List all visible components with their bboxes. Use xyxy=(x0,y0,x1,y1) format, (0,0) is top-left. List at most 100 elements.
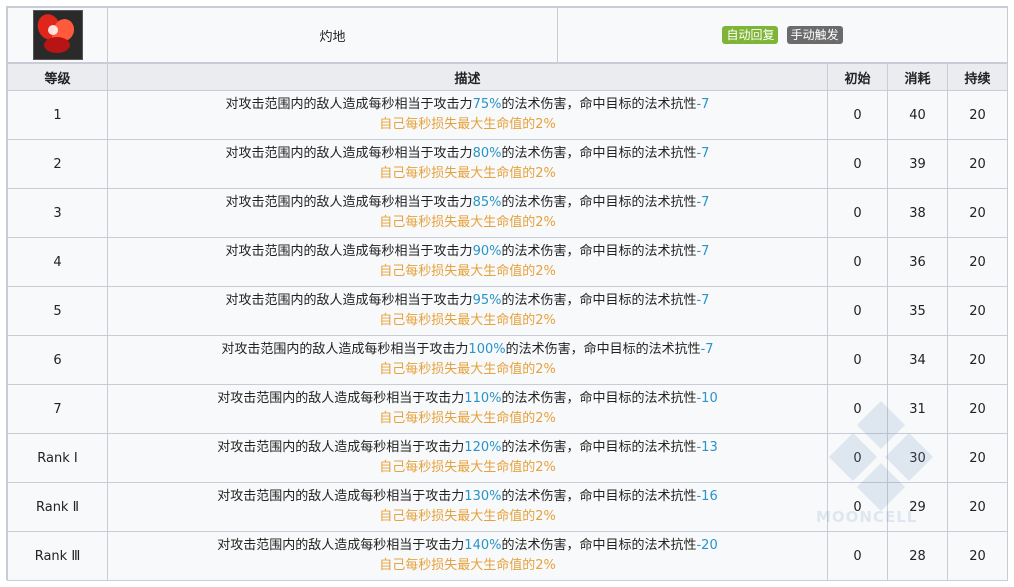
description-line-2: 自己每秒损失最大生命值的2% xyxy=(379,215,556,230)
level-cell: Rank Ⅲ xyxy=(7,531,108,581)
duration-cell: 20 xyxy=(947,482,1008,532)
resistance-value: -7 xyxy=(696,97,710,112)
level-cell: Rank Ⅱ xyxy=(7,482,108,532)
resistance-value: -16 xyxy=(696,489,718,504)
description-text: 的法术伤害，命中目标的法术抗性 xyxy=(501,97,697,112)
description-line-1: 对攻击范围内的敌人造成每秒相当于攻击力140%的法术伤害，命中目标的法术抗性-2… xyxy=(108,536,827,556)
description-text: 的法术伤害，命中目标的法术抗性 xyxy=(501,489,697,504)
header-cost: 消耗 xyxy=(887,63,948,91)
level-cell: 2 xyxy=(7,139,108,189)
description-line-2: 自己每秒损失最大生命值的2% xyxy=(379,411,556,426)
skill-table: 灼地 自动回复 手动触发 xyxy=(7,7,1009,63)
description-text: 对攻击范围内的敌人造成每秒相当于攻击力 xyxy=(225,195,473,210)
table-row: 1 对攻击范围内的敌人造成每秒相当于攻击力75%的法术伤害，命中目标的法术抗性-7… xyxy=(7,90,1008,140)
fire-skill-icon xyxy=(32,10,83,60)
description-line-1: 对攻击范围内的敌人造成每秒相当于攻击力75%的法术伤害，命中目标的法术抗性-7 xyxy=(108,95,827,115)
description-line-1: 对攻击范围内的敌人造成每秒相当于攻击力120%的法术伤害，命中目标的法术抗性-1… xyxy=(108,438,827,458)
description-cell: 对攻击范围内的敌人造成每秒相当于攻击力80%的法术伤害，命中目标的法术抗性-7 自… xyxy=(107,139,828,189)
cost-cell: 40 xyxy=(887,90,948,140)
resistance-value: -13 xyxy=(696,440,718,455)
level-cell: 1 xyxy=(7,90,108,140)
tag-manual-trigger: 手动触发 xyxy=(786,26,843,44)
header-initial: 初始 xyxy=(827,63,888,91)
damage-percent: 100% xyxy=(468,342,506,357)
duration-cell: 20 xyxy=(947,531,1008,581)
description-cell: 对攻击范围内的敌人造成每秒相当于攻击力85%的法术伤害，命中目标的法术抗性-7 自… xyxy=(107,188,828,238)
skill-icon-cell xyxy=(7,7,108,63)
damage-percent: 75% xyxy=(472,97,502,112)
damage-percent: 85% xyxy=(472,195,502,210)
level-cell: 5 xyxy=(7,286,108,336)
tag-auto-recovery: 自动回复 xyxy=(722,26,779,44)
duration-cell: 20 xyxy=(947,90,1008,140)
initial-cell: 0 xyxy=(827,482,888,532)
description-cell: 对攻击范围内的敌人造成每秒相当于攻击力75%的法术伤害，命中目标的法术抗性-7 自… xyxy=(107,90,828,140)
description-line-1: 对攻击范围内的敌人造成每秒相当于攻击力95%的法术伤害，命中目标的法术抗性-7 xyxy=(108,291,827,311)
duration-cell: 20 xyxy=(947,384,1008,434)
resistance-value: -20 xyxy=(696,538,718,553)
description-cell: 对攻击范围内的敌人造成每秒相当于攻击力100%的法术伤害，命中目标的法术抗性-7… xyxy=(107,335,828,385)
cost-cell: 31 xyxy=(887,384,948,434)
description-line-2: 自己每秒损失最大生命值的2% xyxy=(379,460,556,475)
resistance-value: -7 xyxy=(696,293,710,308)
description-line-2: 自己每秒损失最大生命值的2% xyxy=(379,313,556,328)
description-text: 对攻击范围内的敌人造成每秒相当于攻击力 xyxy=(225,97,473,112)
initial-cell: 0 xyxy=(827,384,888,434)
description-cell: 对攻击范围内的敌人造成每秒相当于攻击力130%的法术伤害，命中目标的法术抗性-1… xyxy=(107,482,828,532)
description-line-1: 对攻击范围内的敌人造成每秒相当于攻击力85%的法术伤害，命中目标的法术抗性-7 xyxy=(108,193,827,213)
description-text: 对攻击范围内的敌人造成每秒相当于攻击力 xyxy=(217,538,465,553)
description-cell: 对攻击范围内的敌人造成每秒相当于攻击力110%的法术伤害，命中目标的法术抗性-1… xyxy=(107,384,828,434)
skill-name: 灼地 xyxy=(107,7,558,63)
header-duration: 持续 xyxy=(947,63,1008,91)
description-cell: 对攻击范围内的敌人造成每秒相当于攻击力90%的法术伤害，命中目标的法术抗性-7 自… xyxy=(107,237,828,287)
description-text: 的法术伤害，命中目标的法术抗性 xyxy=(505,342,701,357)
description-line-2: 自己每秒损失最大生命值的2% xyxy=(379,362,556,377)
description-text: 对攻击范围内的敌人造成每秒相当于攻击力 xyxy=(217,391,465,406)
cost-cell: 34 xyxy=(887,335,948,385)
description-cell: 对攻击范围内的敌人造成每秒相当于攻击力95%的法术伤害，命中目标的法术抗性-7 自… xyxy=(107,286,828,336)
description-text: 对攻击范围内的敌人造成每秒相当于攻击力 xyxy=(225,146,473,161)
damage-percent: 130% xyxy=(464,489,502,504)
description-text: 的法术伤害，命中目标的法术抗性 xyxy=(501,195,697,210)
cost-cell: 36 xyxy=(887,237,948,287)
duration-cell: 20 xyxy=(947,335,1008,385)
description-line-2: 自己每秒损失最大生命值的2% xyxy=(379,166,556,181)
description-text: 的法术伤害，命中目标的法术抗性 xyxy=(501,538,697,553)
cost-cell: 30 xyxy=(887,433,948,483)
initial-cell: 0 xyxy=(827,286,888,336)
description-text: 对攻击范围内的敌人造成每秒相当于攻击力 xyxy=(217,489,465,504)
initial-cell: 0 xyxy=(827,90,888,140)
description-line-1: 对攻击范围内的敌人造成每秒相当于攻击力130%的法术伤害，命中目标的法术抗性-1… xyxy=(108,487,827,507)
initial-cell: 0 xyxy=(827,335,888,385)
damage-percent: 140% xyxy=(464,538,502,553)
description-line-1: 对攻击范围内的敌人造成每秒相当于攻击力90%的法术伤害，命中目标的法术抗性-7 xyxy=(108,242,827,262)
table-row: 2 对攻击范围内的敌人造成每秒相当于攻击力80%的法术伤害，命中目标的法术抗性-7… xyxy=(7,139,1008,189)
description-text: 对攻击范围内的敌人造成每秒相当于攻击力 xyxy=(225,293,473,308)
header-description: 描述 xyxy=(107,63,828,91)
description-text: 的法术伤害，命中目标的法术抗性 xyxy=(501,440,697,455)
cost-cell: 39 xyxy=(887,139,948,189)
table-row: Rank Ⅱ 对攻击范围内的敌人造成每秒相当于攻击力130%的法术伤害，命中目标的… xyxy=(7,482,1008,532)
cost-cell: 28 xyxy=(887,531,948,581)
resistance-value: -7 xyxy=(696,195,710,210)
description-line-2: 自己每秒损失最大生命值的2% xyxy=(379,509,556,524)
table-row: 7 对攻击范围内的敌人造成每秒相当于攻击力110%的法术伤害，命中目标的法术抗性-… xyxy=(7,384,1008,434)
resistance-value: -7 xyxy=(696,244,710,259)
level-cell: 3 xyxy=(7,188,108,238)
description-text: 的法术伤害，命中目标的法术抗性 xyxy=(501,391,697,406)
table-row: 5 对攻击范围内的敌人造成每秒相当于攻击力95%的法术伤害，命中目标的法术抗性-7… xyxy=(7,286,1008,336)
resistance-value: -10 xyxy=(696,391,718,406)
description-text: 对攻击范围内的敌人造成每秒相当于攻击力 xyxy=(221,342,469,357)
description-cell: 对攻击范围内的敌人造成每秒相当于攻击力140%的法术伤害，命中目标的法术抗性-2… xyxy=(107,531,828,581)
level-cell: 6 xyxy=(7,335,108,385)
description-cell: 对攻击范围内的敌人造成每秒相当于攻击力120%的法术伤害，命中目标的法术抗性-1… xyxy=(107,433,828,483)
table-row: Rank Ⅰ 对攻击范围内的敌人造成每秒相当于攻击力120%的法术伤害，命中目标的… xyxy=(7,433,1008,483)
level-cell: Rank Ⅰ xyxy=(7,433,108,483)
initial-cell: 0 xyxy=(827,188,888,238)
description-line-1: 对攻击范围内的敌人造成每秒相当于攻击力110%的法术伤害，命中目标的法术抗性-1… xyxy=(108,389,827,409)
duration-cell: 20 xyxy=(947,433,1008,483)
cost-cell: 38 xyxy=(887,188,948,238)
initial-cell: 0 xyxy=(827,237,888,287)
skill-header-row: 灼地 自动回复 手动触发 xyxy=(7,7,1009,63)
duration-cell: 20 xyxy=(947,139,1008,189)
